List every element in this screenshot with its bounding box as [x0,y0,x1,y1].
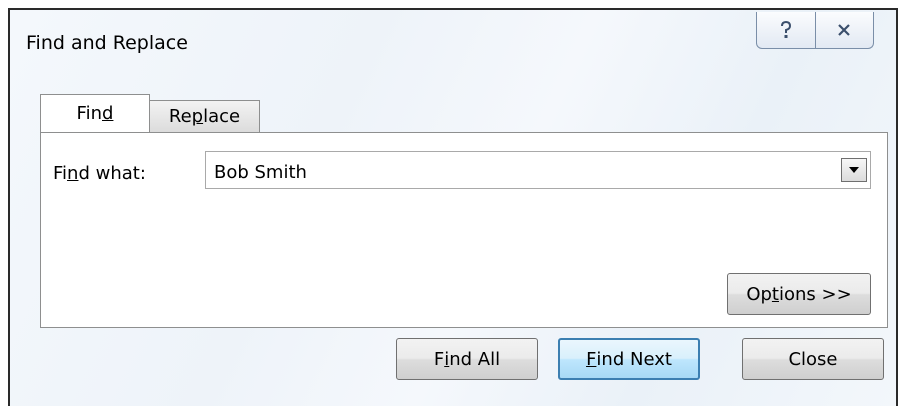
find-all-label-post: nd All [449,348,501,370]
find-next-label-post: ind Next [596,348,672,370]
help-button[interactable] [757,12,815,48]
find-what-value[interactable]: Bob Smith [214,162,307,183]
find-all-label-pre: F [433,348,445,370]
tab-replace-label-post: lace [203,106,241,127]
tab-find[interactable]: Fin d [40,94,150,132]
dialog-title: Find and Replace [26,32,188,54]
options-button[interactable]: Op t ions >> [727,273,871,315]
caption-buttons [756,12,874,49]
options-label-post: ions >> [778,283,852,305]
tab-find-label-pre: Fin [76,103,102,124]
dropdown-arrow-icon [849,167,859,173]
find-replace-dialog: Find and Replace Fin d Re p lace Find what:… [8,8,898,406]
find-all-button[interactable]: Fi nd All [396,338,538,380]
find-what-label-post: d what: [78,163,146,184]
find-what-label-pre: Fi [53,163,68,184]
help-icon [780,20,791,38]
close-window-button[interactable] [814,12,874,48]
find-what-combobox[interactable]: Bob Smith [205,151,871,189]
find-what-mnemonic: n [67,163,79,184]
close-icon [838,24,851,36]
find-what-dropdown-button[interactable] [841,158,867,182]
options-label-pre: Op [746,283,772,305]
close-label: Close [788,348,838,370]
tab-find-mnemonic: d [102,103,114,124]
close-button[interactable]: Close [742,338,884,380]
find-next-button[interactable]: Find Next [558,338,700,380]
find-tab-panel: Find what: Bob Smith Op t ions >> [40,132,888,328]
find-what-label: Find what: [53,163,146,184]
tab-replace[interactable]: Re p lace [150,100,260,132]
tab-replace-label-pre: Re [168,106,192,127]
find-next-mnemonic: F [586,348,597,370]
options-mnemonic: t [771,283,779,305]
tab-replace-mnemonic: p [191,106,204,127]
